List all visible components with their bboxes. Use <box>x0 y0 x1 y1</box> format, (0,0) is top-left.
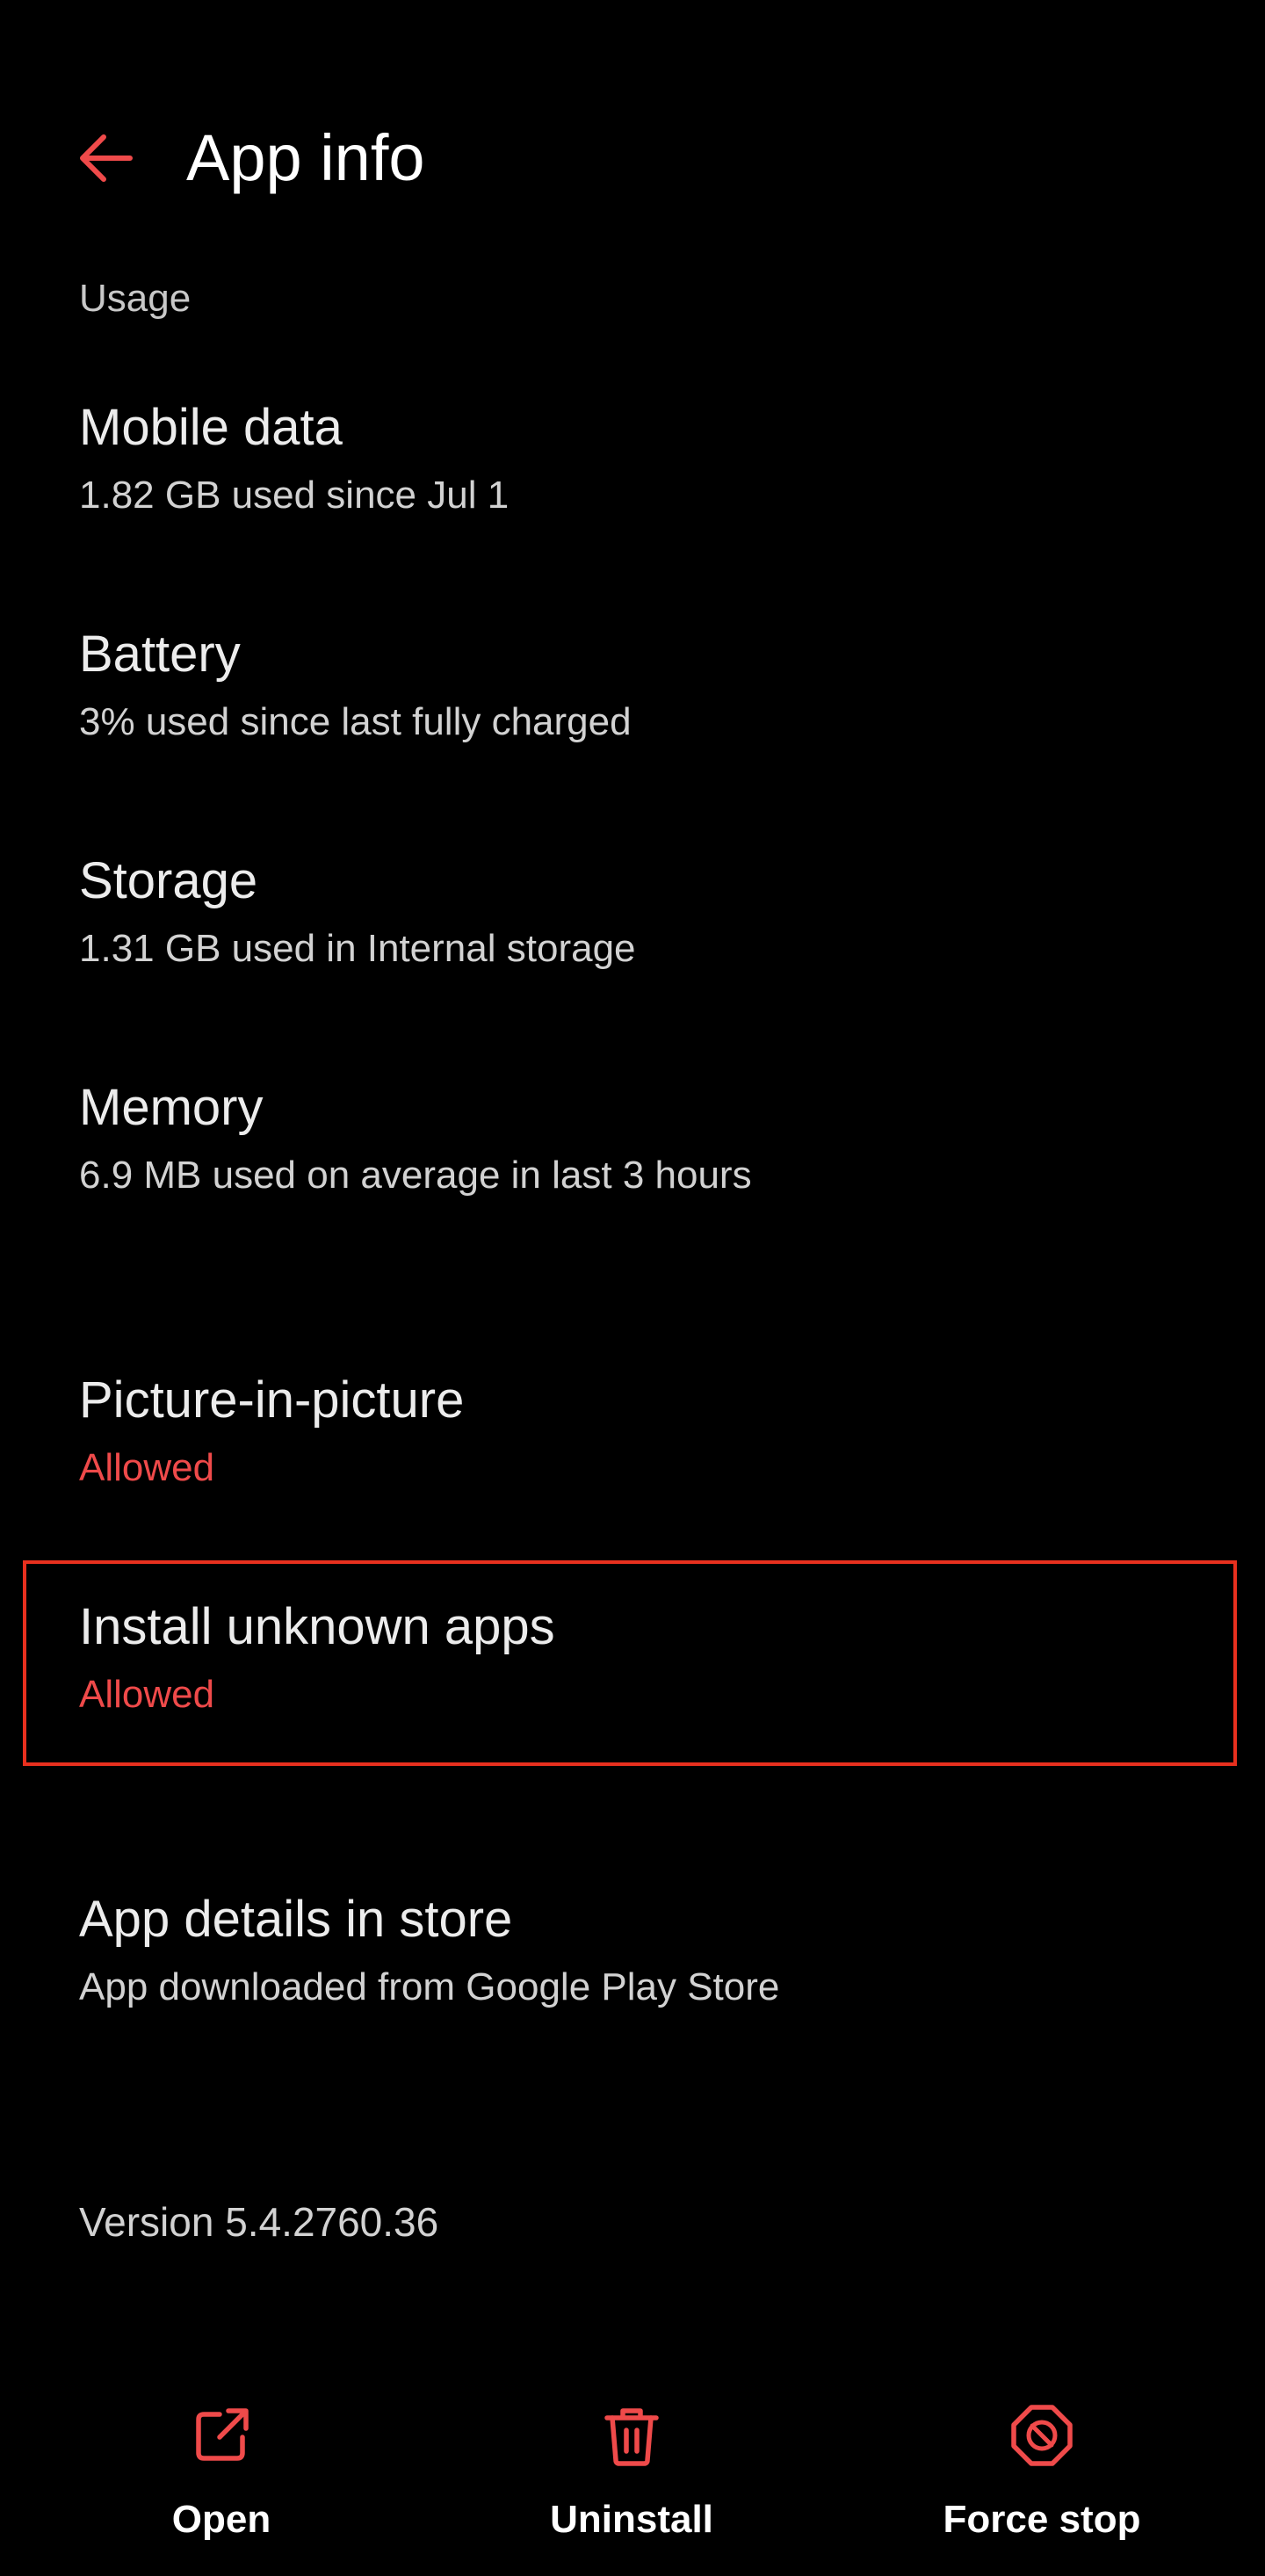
open-label: Open <box>171 2498 271 2541</box>
usage-section-header: Usage <box>79 277 192 320</box>
storage-title: Storage <box>79 852 258 909</box>
picture-in-picture-status: Allowed <box>79 1446 215 1489</box>
page-title: App info <box>186 121 425 194</box>
install-unknown-apps-status: Allowed <box>79 1673 215 1716</box>
back-button[interactable] <box>61 114 149 202</box>
storage-summary: 1.31 GB used in Internal storage <box>79 927 636 970</box>
mobile-data-summary: 1.82 GB used since Jul 1 <box>79 474 510 517</box>
battery-summary: 3% used since last fully charged <box>79 700 632 743</box>
app-details-title: App details in store <box>79 1891 513 1948</box>
open-button[interactable]: Open <box>46 2390 397 2557</box>
battery-item[interactable]: Battery 3% used since last fully charged <box>0 624 1265 764</box>
uninstall-label: Uninstall <box>550 2498 713 2541</box>
open-external-icon <box>186 2400 257 2471</box>
app-details-in-store-item[interactable]: App details in store App downloaded from… <box>0 1889 1265 2030</box>
trash-icon <box>596 2400 667 2471</box>
uninstall-button[interactable]: Uninstall <box>456 2390 807 2557</box>
install-unknown-apps-title: Install unknown apps <box>79 1598 555 1655</box>
force-stop-icon <box>1007 2400 1077 2471</box>
force-stop-button[interactable]: Force stop <box>866 2390 1218 2557</box>
battery-title: Battery <box>79 626 241 683</box>
picture-in-picture-item[interactable]: Picture-in-picture Allowed <box>0 1370 1265 1510</box>
force-stop-label: Force stop <box>943 2498 1141 2541</box>
mobile-data-item[interactable]: Mobile data 1.82 GB used since Jul 1 <box>0 397 1265 538</box>
bottom-action-bar: Open Uninstall Force stop <box>0 2390 1265 2576</box>
mobile-data-title: Mobile data <box>79 399 343 456</box>
back-arrow-icon <box>80 134 133 182</box>
app-details-summary: App downloaded from Google Play Store <box>79 1965 780 2008</box>
memory-summary: 6.9 MB used on average in last 3 hours <box>79 1154 752 1197</box>
memory-item[interactable]: Memory 6.9 MB used on average in last 3 … <box>0 1077 1265 1218</box>
storage-item[interactable]: Storage 1.31 GB used in Internal storage <box>0 850 1265 991</box>
install-unknown-apps-item[interactable]: Install unknown apps Allowed <box>0 1596 1265 1737</box>
version-text: Version 5.4.2760.36 <box>79 2199 439 2245</box>
picture-in-picture-title: Picture-in-picture <box>79 1371 465 1429</box>
memory-title: Memory <box>79 1079 264 1136</box>
